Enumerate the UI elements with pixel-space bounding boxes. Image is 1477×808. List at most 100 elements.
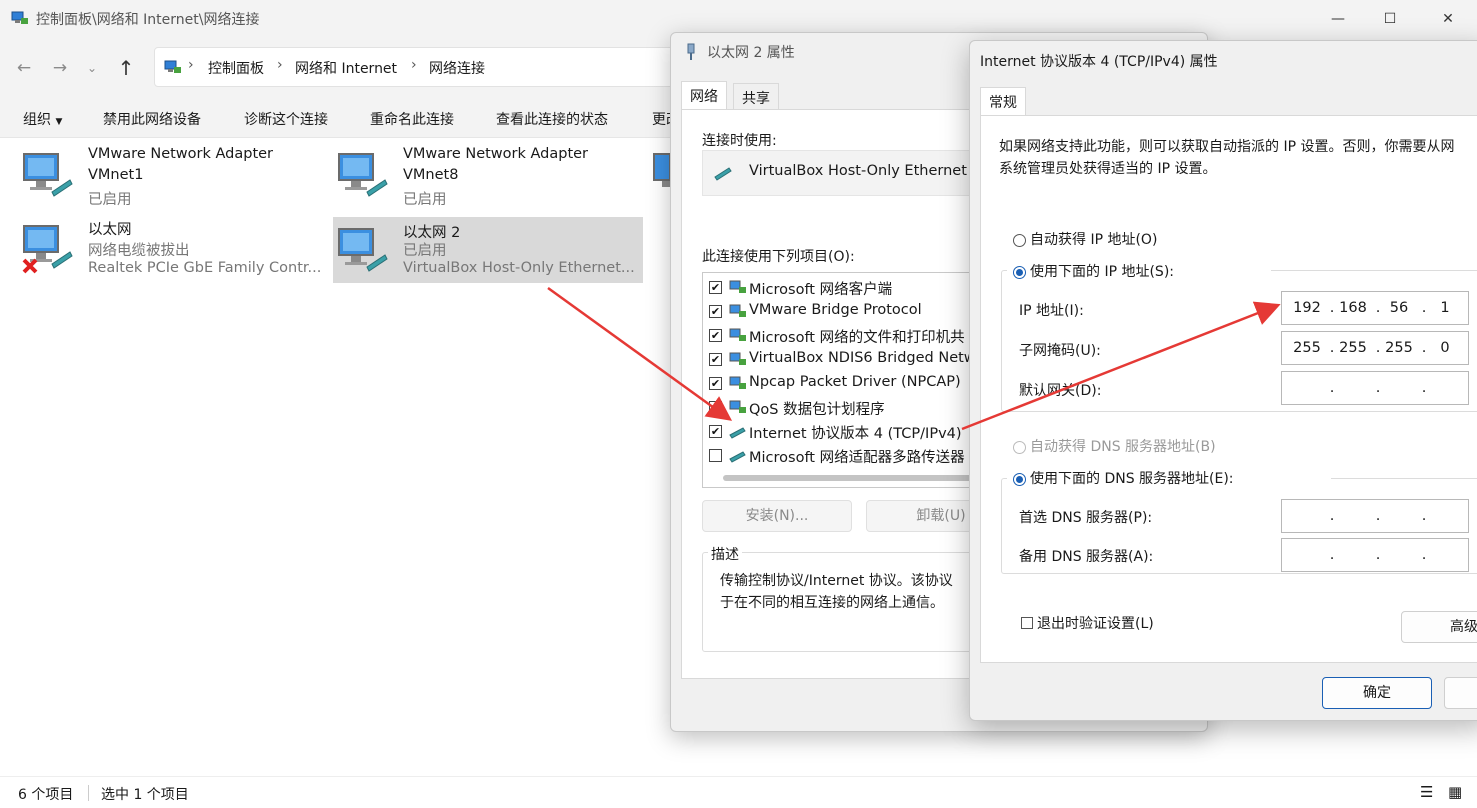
maximize-button[interactable]: ☐ <box>1378 8 1402 30</box>
ip-separator: . <box>1375 380 1381 396</box>
checkbox[interactable]: ✔ <box>709 401 722 414</box>
checkbox[interactable]: ✔ <box>709 425 722 438</box>
install-button[interactable]: 安装(N)... <box>702 500 852 532</box>
tiles-view-icon[interactable]: ▦ <box>1448 783 1462 801</box>
protocol-icon <box>729 352 746 365</box>
network-client-icon <box>729 280 746 293</box>
breadcrumb-control-panel[interactable]: 控制面板 <box>208 58 264 78</box>
network-adapter-icon <box>653 153 670 187</box>
organize-menu[interactable]: 组织 ▼ <box>23 109 62 129</box>
organize-label: 组织 <box>23 112 51 128</box>
validate-label: 退出时验证设置(L) <box>1037 616 1154 632</box>
qos-icon <box>729 400 746 413</box>
gateway-field[interactable]: . . . <box>1281 371 1469 405</box>
checkbox[interactable]: ✔ <box>709 377 722 390</box>
preferred-dns-field[interactable]: . . . <box>1281 499 1469 533</box>
dialog-title: Internet 协议版本 4 (TCP/IPv4) 属性 <box>980 54 1218 70</box>
item-count: 6 个项目 <box>18 787 74 803</box>
checkbox[interactable]: ✔ <box>709 353 722 366</box>
ip-octet: 168 <box>1339 300 1367 316</box>
ip-separator: . <box>1375 547 1381 563</box>
connection-name: VMware Network Adapter <box>403 146 589 162</box>
close-button[interactable]: ✕ <box>1436 8 1460 30</box>
tab-network[interactable]: 网络 <box>681 81 727 111</box>
list-item-label: Microsoft 网络适配器多路传送器 <box>749 450 965 466</box>
description-line: 传输控制协议/Internet 协议。该协议 <box>720 573 953 589</box>
items-label: 此连接使用下列项目(O): <box>702 249 855 265</box>
connection-status: 已启用 <box>88 192 132 208</box>
tab-general-label: 常规 <box>989 95 1017 111</box>
ip-separator: . <box>1329 508 1335 524</box>
checkbox[interactable]: ✔ <box>709 305 722 318</box>
auto-dns-radio[interactable] <box>1013 441 1026 454</box>
checkbox[interactable]: ✔ <box>709 281 722 294</box>
alternate-dns-field[interactable]: . . . <box>1281 538 1469 572</box>
list-item-label: QoS 数据包计划程序 <box>749 402 885 418</box>
disable-device-command[interactable]: 禁用此网络设备 <box>103 109 201 129</box>
breadcrumb-chevron-icon: › <box>188 57 194 73</box>
general-tab-panel: 如果网络支持此功能，则可以获取自动指派的 IP 设置。否则，你需要从网 系统管理… <box>980 115 1477 663</box>
info-line: 如果网络支持此功能，则可以获取自动指派的 IP 设置。否则，你需要从网 <box>999 139 1455 155</box>
list-item-label: Microsoft 网络的文件和打印机共 <box>749 330 965 346</box>
subnet-mask-label: 子网掩码(U): <box>1019 343 1101 359</box>
control-panel-icon <box>164 60 181 73</box>
ip-address-field[interactable]: 192 . 168 . 56 . 1 <box>1281 291 1469 325</box>
auto-ip-label: 自动获得 IP 地址(O) <box>1030 232 1158 248</box>
diagnose-command[interactable]: 诊断这个连接 <box>244 109 328 129</box>
cancel-button[interactable] <box>1444 677 1477 709</box>
protocol-cable-icon <box>729 427 746 439</box>
up-arrow-icon[interactable]: ↑ <box>114 56 138 80</box>
details-view-icon[interactable]: ☰ <box>1420 783 1433 801</box>
mask-octet: 255 <box>1385 340 1413 356</box>
protocol-cable-icon <box>729 451 746 463</box>
network-cable-icon <box>687 43 695 60</box>
rename-command[interactable]: 重命名此连接 <box>370 109 454 129</box>
checkbox[interactable] <box>709 449 722 462</box>
gateway-label: 默认网关(D): <box>1019 383 1102 399</box>
protocol-icon <box>729 304 746 317</box>
checkbox[interactable]: ✔ <box>709 329 722 342</box>
ok-button[interactable]: 确定 <box>1322 677 1432 709</box>
breadcrumb-chevron-icon: › <box>277 57 283 73</box>
tab-general[interactable]: 常规 <box>980 87 1026 117</box>
ip-separator: . <box>1421 547 1427 563</box>
advanced-button[interactable]: 高级(V) <box>1401 611 1477 643</box>
ip-separator: . <box>1329 300 1335 316</box>
status-bar: 6 个项目 选中 1 个项目 ☰ ▦ <box>0 776 1477 808</box>
subnet-mask-field[interactable]: 255 . 255 . 255 . 0 <box>1281 331 1469 365</box>
validate-checkbox[interactable] <box>1021 617 1033 629</box>
connection-vmnet1[interactable]: VMware Network Adapter VMnet1 已启用 <box>18 142 318 208</box>
manual-dns-radio[interactable] <box>1013 473 1026 486</box>
breadcrumb-network-connections[interactable]: 网络连接 <box>429 58 485 78</box>
address-bar[interactable]: › 控制面板 › 网络和 Internet › 网络连接 <box>154 47 694 87</box>
components-listbox[interactable]: ✔ Microsoft 网络客户端 ✔ VMware Bridge Protoc… <box>702 272 1002 488</box>
view-status-command[interactable]: 查看此连接的状态 <box>496 109 608 129</box>
connection-ethernet-2[interactable]: 以太网 2 已启用 VirtualBox Host-Only Ethernet.… <box>333 217 643 283</box>
recent-chevron-down-icon[interactable]: ⌄ <box>80 56 104 80</box>
adapter-name: VirtualBox Host-Only Ethernet <box>749 163 967 179</box>
ip-separator: . <box>1421 380 1427 396</box>
breadcrumb-network-internet[interactable]: 网络和 Internet <box>295 58 397 78</box>
status-divider <box>88 785 89 801</box>
ip-separator: . <box>1375 340 1381 356</box>
list-item-label: Microsoft 网络客户端 <box>749 282 893 298</box>
auto-dns-label: 自动获得 DNS 服务器地址(B) <box>1030 439 1216 455</box>
mask-octet: 255 <box>1339 340 1367 356</box>
adapter-box: VirtualBox Host-Only Ethernet <box>702 150 1002 196</box>
ip-octet: 192 <box>1293 300 1321 316</box>
auto-ip-radio[interactable] <box>1013 234 1026 247</box>
ip-separator: . <box>1421 340 1427 356</box>
horizontal-scrollbar[interactable] <box>723 475 983 481</box>
ip-address-label: IP 地址(I): <box>1019 303 1084 319</box>
minimize-button[interactable]: — <box>1326 8 1350 30</box>
network-adapter-disconnected-icon <box>22 225 73 274</box>
back-arrow-icon[interactable]: ← <box>12 56 36 80</box>
alternate-dns-label: 备用 DNS 服务器(A): <box>1019 549 1154 565</box>
forward-arrow-icon[interactable]: → <box>48 56 72 80</box>
connection-vmnet8[interactable]: VMware Network Adapter VMnet8 已启用 <box>333 142 633 208</box>
mask-octet: 255 <box>1293 340 1321 356</box>
connection-ethernet[interactable]: 以太网 网络电缆被拔出 Realtek PCIe GbE Family Cont… <box>18 214 320 280</box>
manual-ip-radio[interactable] <box>1013 266 1026 279</box>
file-sharing-icon <box>729 328 746 341</box>
tab-sharing[interactable]: 共享 <box>733 83 779 109</box>
